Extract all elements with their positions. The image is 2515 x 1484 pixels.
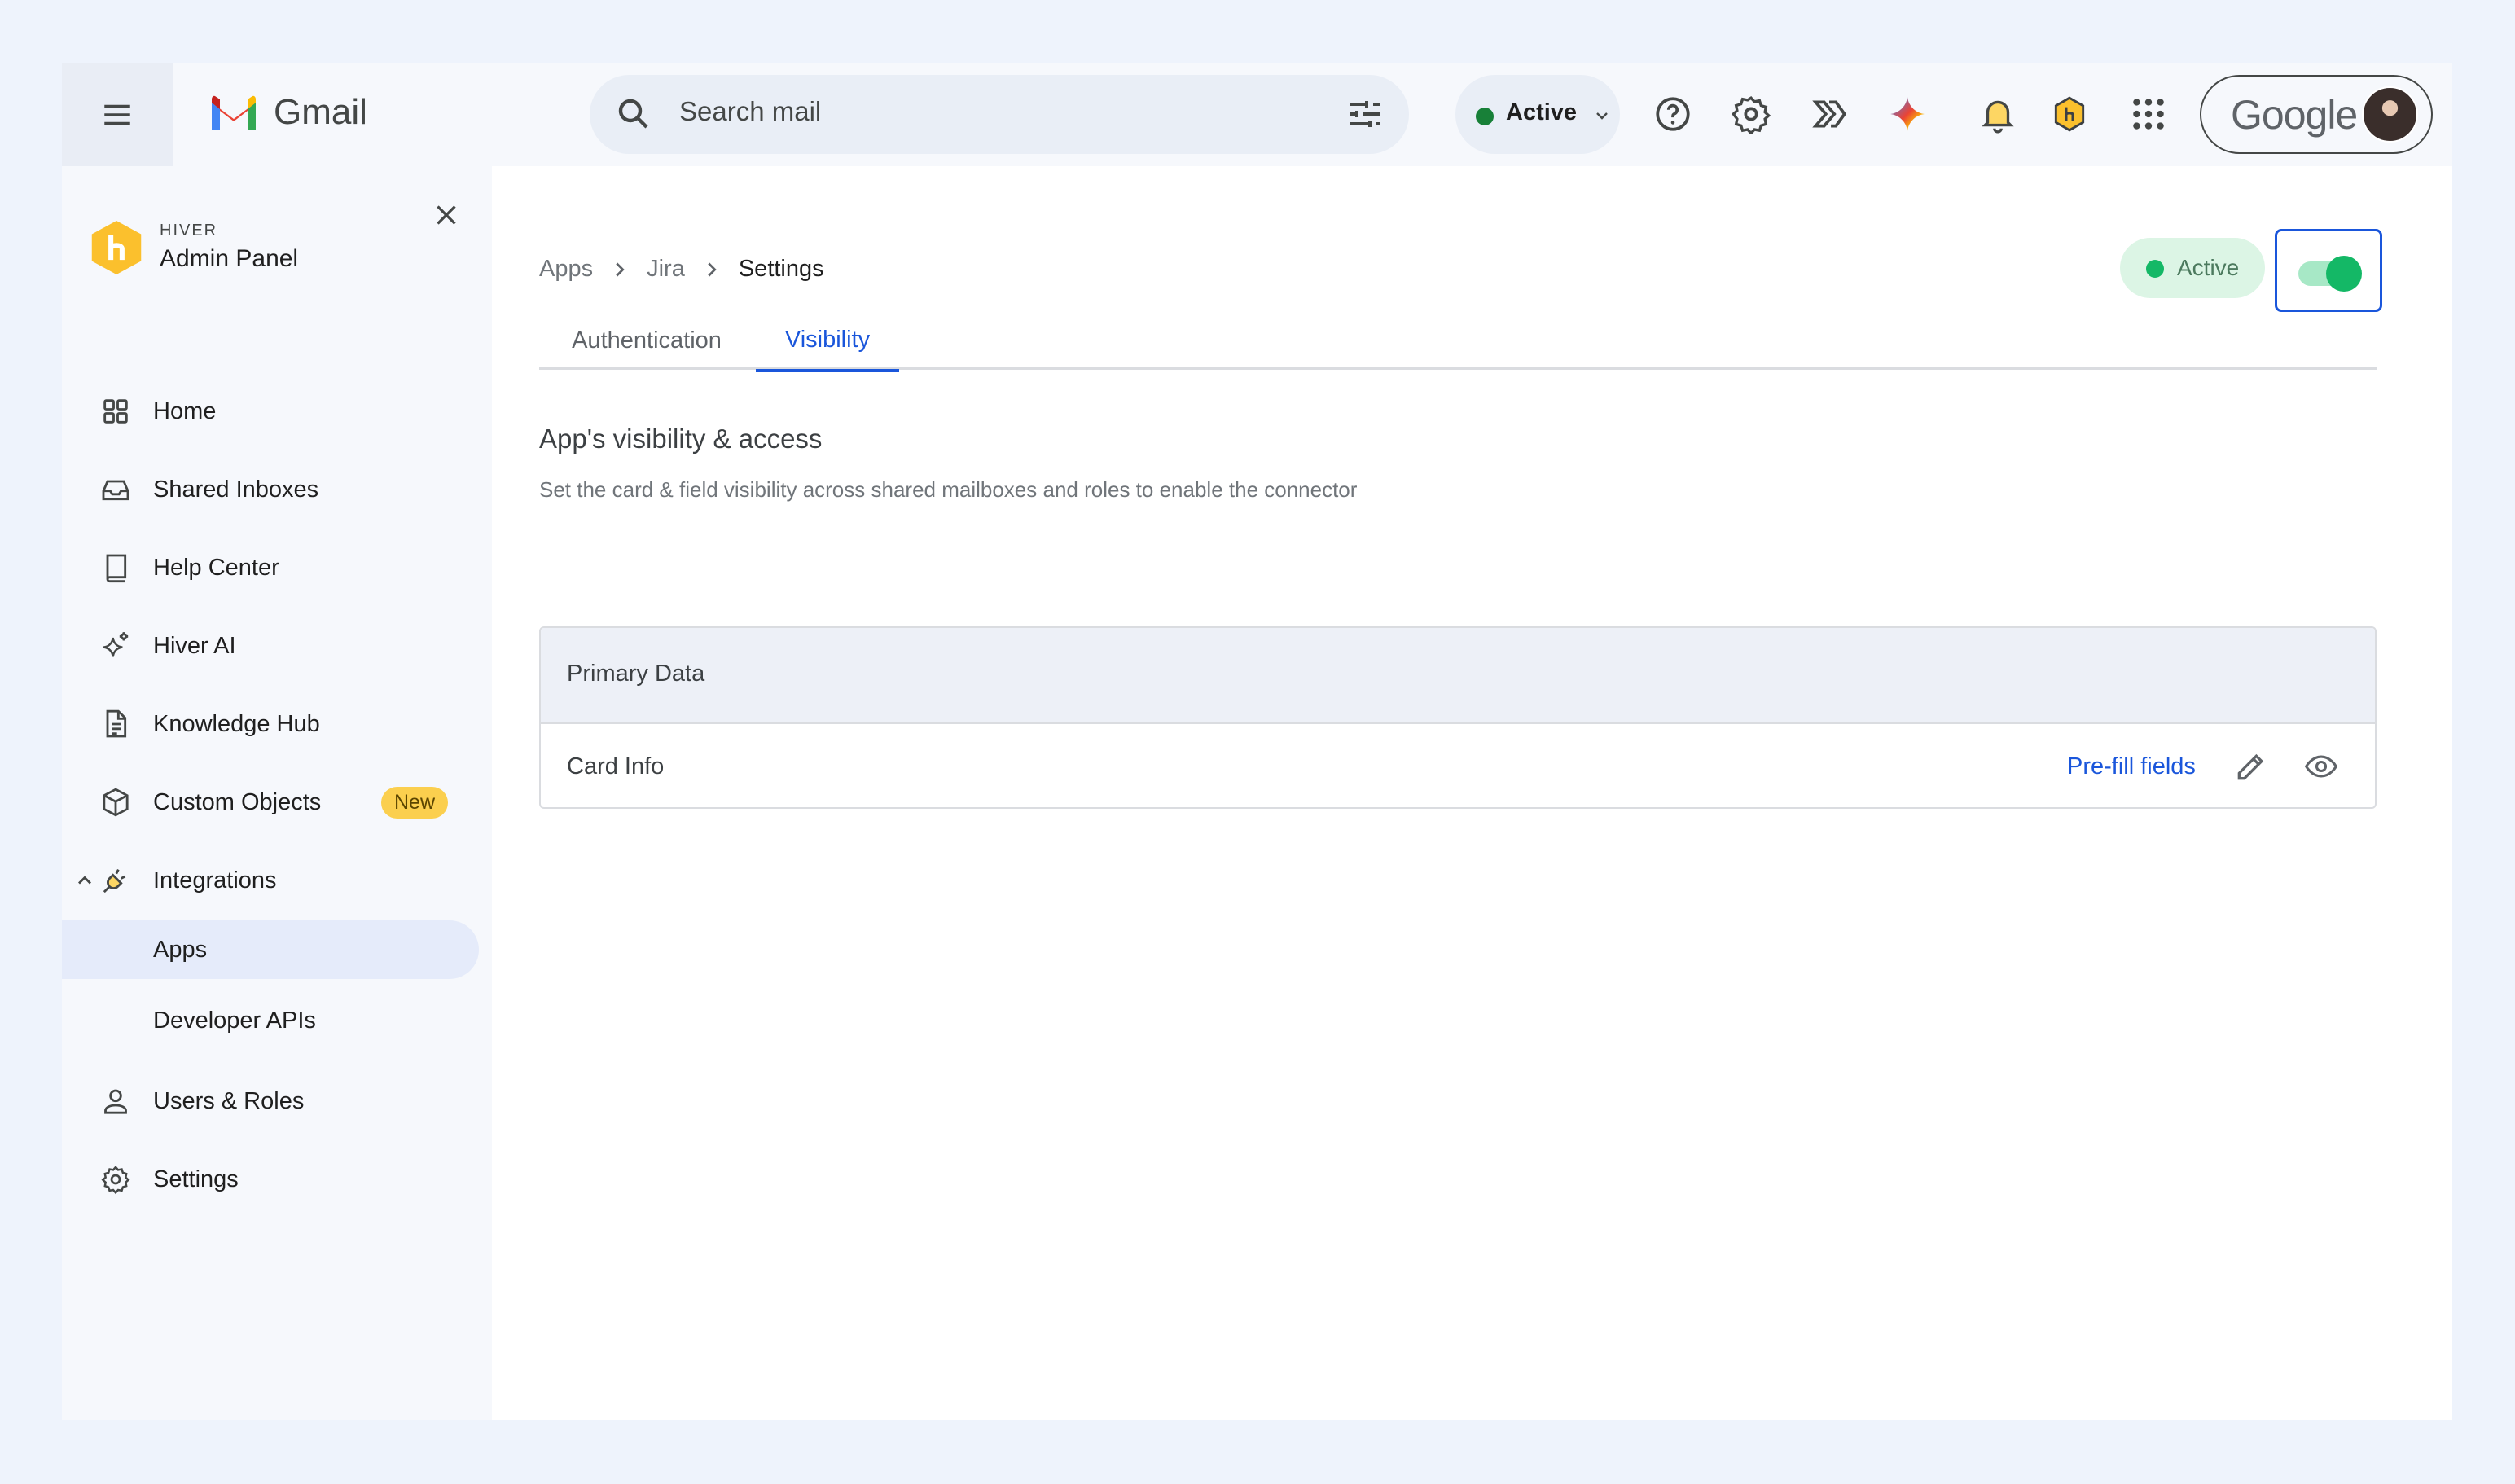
breadcrumb: Apps Jira Settings (539, 256, 824, 283)
status-badge-label: Active (2177, 255, 2240, 280)
status-selector[interactable]: Active (1455, 75, 1620, 154)
sidebar-item-home[interactable]: Home (62, 382, 492, 441)
sidebar-item-label: Settings (153, 1166, 239, 1192)
sidebar-item-label: Apps (153, 936, 208, 963)
plug-icon (103, 869, 126, 893)
help-icon (1656, 97, 1690, 131)
document-icon (106, 709, 127, 738)
status-dot (1476, 108, 1494, 125)
card-row: Card Info Pre-fill fields (541, 724, 2375, 807)
account-button[interactable]: Google (2200, 75, 2433, 154)
sidebar-item-label: Knowledge Hub (153, 710, 320, 737)
status-badge: Active (2120, 238, 2265, 298)
sidebar-item-label: Home (153, 397, 217, 424)
pencil-icon[interactable] (2233, 749, 2269, 784)
extension-button[interactable] (1809, 94, 1850, 134)
toggle-thumb (2326, 256, 2362, 292)
sidebar-item-custom-objects[interactable]: Custom Objects New (62, 773, 492, 832)
admin-sidebar: HIVER Admin Panel Home Shared Inboxes He… (62, 166, 492, 1420)
gemini-sparkle-icon (1890, 97, 1925, 131)
sidebar-item-integrations[interactable]: Integrations (62, 851, 492, 910)
cube-icon (103, 788, 129, 817)
bell-icon (1982, 100, 2014, 134)
hamburger-icon (104, 104, 130, 125)
tab-authentication[interactable]: Authentication (539, 311, 754, 370)
search-bar[interactable]: Search mail (590, 75, 1409, 154)
grid-icon (103, 399, 128, 424)
chevron-right-icon (708, 262, 717, 276)
hiver-extension-button[interactable] (2049, 94, 2090, 134)
sidebar-item-label: Help Center (153, 554, 279, 581)
tab-visibility[interactable]: Visibility (756, 311, 899, 372)
help-button[interactable] (1653, 94, 1693, 134)
chevrons-link-icon (1812, 100, 1847, 128)
gmail-m-icon (212, 95, 256, 130)
chevron-down-icon (1596, 112, 1608, 120)
sidebar-item-label: Hiver AI (153, 632, 236, 659)
app-window: Gmail Search mail Active Google HIVER Ad… (62, 63, 2452, 1420)
apps-grid-icon (2133, 99, 2164, 130)
section-description: Set the card & field visibility across s… (539, 477, 1358, 502)
hiver-logo-icon (2054, 96, 2085, 132)
hiver-brand: HIVER Admin Panel (90, 218, 298, 277)
apps-launcher-button[interactable] (2128, 94, 2169, 134)
sidebar-item-label: Integrations (153, 867, 277, 893)
status-label: Active (1506, 99, 1578, 125)
sidebar-item-developer-apis[interactable]: Developer APIs (62, 991, 492, 1050)
book-icon (106, 554, 127, 583)
prefill-fields-link[interactable]: Pre-fill fields (2067, 753, 2196, 780)
user-icon (104, 1089, 127, 1114)
search-icon[interactable] (614, 94, 653, 134)
sidebar-item-apps[interactable]: Apps (62, 920, 479, 979)
gemini-button[interactable] (1887, 94, 1928, 134)
close-icon[interactable] (432, 200, 461, 230)
sidebar-item-label: Shared Inboxes (153, 476, 319, 503)
new-badge: New (381, 786, 449, 819)
section-title: App's visibility & access (539, 424, 823, 454)
settings-button[interactable] (1731, 94, 1771, 134)
status-dot (2146, 260, 2164, 278)
chevron-up-icon[interactable] (73, 869, 96, 892)
sparkle-icon (103, 632, 129, 657)
settings-tabs: Authentication Visibility (539, 311, 2377, 372)
search-options-icon[interactable] (1345, 94, 1385, 134)
sidebar-item-label: Users & Roles (153, 1087, 305, 1114)
hiver-logo-icon (91, 221, 142, 274)
gmail-logo[interactable]: Gmail (208, 92, 367, 133)
brand-label: HIVER (160, 222, 218, 239)
sidebar-item-label: Developer APIs (153, 1007, 316, 1034)
card-header: Primary Data (541, 628, 2375, 724)
breadcrumb-apps[interactable]: Apps (539, 256, 593, 283)
eye-icon[interactable] (2303, 749, 2339, 784)
sidebar-item-label: Custom Objects (153, 788, 322, 815)
card-header-title: Primary Data (567, 661, 705, 687)
chevron-right-icon (616, 262, 625, 276)
main-content: Apps Jira Settings Active Authentication… (492, 166, 2452, 1420)
avatar (2362, 86, 2418, 143)
google-wordmark: Google (2231, 92, 2358, 138)
sidebar-item-help-center[interactable]: Help Center (62, 538, 492, 597)
inbox-icon (102, 480, 129, 501)
gmail-wordmark: Gmail (274, 92, 367, 132)
notifications-button[interactable] (1977, 94, 2018, 134)
sidebar-item-knowledge-hub[interactable]: Knowledge Hub (62, 695, 492, 753)
breadcrumb-jira[interactable]: Jira (647, 256, 685, 283)
gear-icon (1732, 96, 1771, 134)
sidebar-item-settings[interactable]: Settings (62, 1150, 492, 1209)
app-enable-toggle[interactable] (2275, 229, 2382, 312)
search-input[interactable]: Search mail (679, 96, 821, 127)
sidebar-item-users-roles[interactable]: Users & Roles (62, 1072, 492, 1131)
main-menu-button[interactable] (62, 63, 173, 166)
top-bar: Gmail Search mail Active Google (62, 63, 2452, 166)
sidebar-item-hiver-ai[interactable]: Hiver AI (62, 617, 492, 675)
brand-title: Admin Panel (160, 245, 299, 272)
breadcrumb-settings: Settings (738, 256, 824, 282)
sidebar-item-shared-inboxes[interactable]: Shared Inboxes (62, 460, 492, 519)
visibility-card: Primary Data Card Info Pre-fill fields (539, 626, 2377, 809)
gear-icon (101, 1166, 130, 1195)
card-row-label: Card Info (567, 753, 665, 779)
